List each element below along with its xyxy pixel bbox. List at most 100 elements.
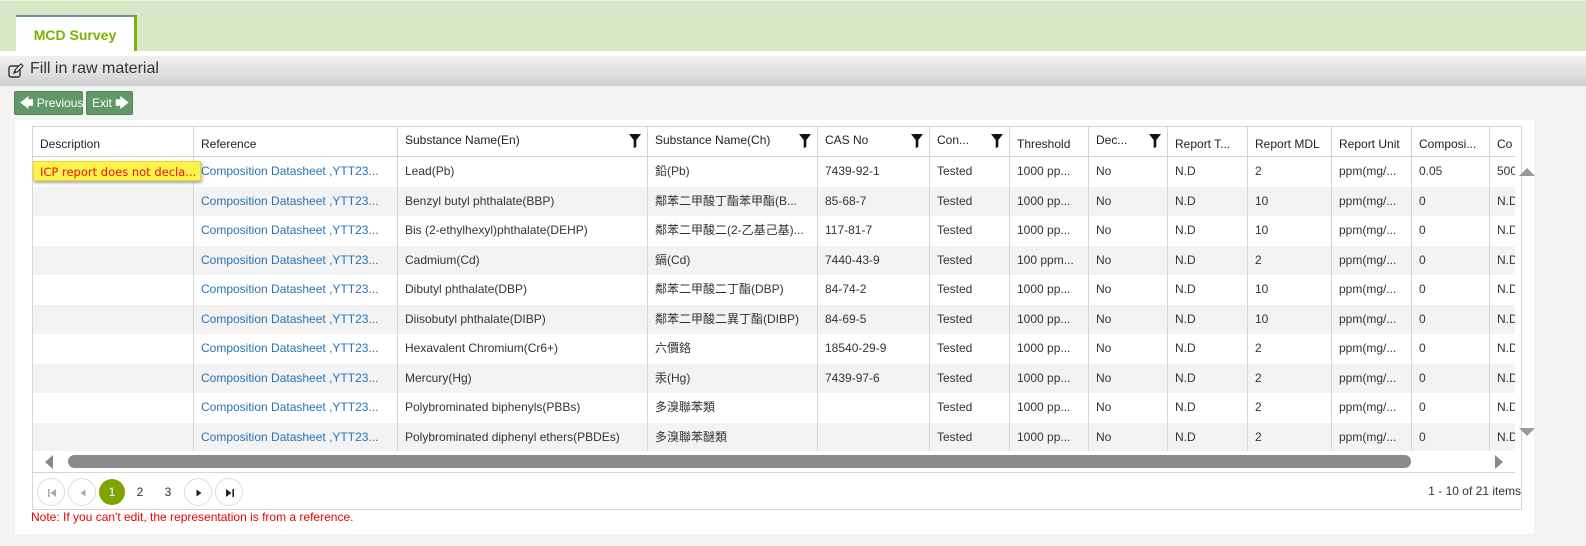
next-page-button[interactable] — [184, 478, 212, 506]
column-header-label: Report Unit — [1339, 137, 1400, 151]
filter-icon[interactable] — [629, 134, 641, 148]
column-header-cas[interactable]: CAS No — [818, 127, 930, 156]
cell-con: Tested — [930, 275, 1010, 305]
cell-report-t: N.D — [1168, 363, 1248, 393]
cell-reference[interactable]: Composition Datasheet ,YTT23... — [194, 245, 398, 275]
table-row[interactable]: Composition Datasheet ,YTT23... Mercury(H… — [33, 363, 1515, 393]
cell-con: Tested — [930, 245, 1010, 275]
column-header-name-en[interactable]: Substance Name(En) — [398, 127, 648, 156]
previous-button[interactable]: 🡄 Previous — [14, 91, 83, 115]
cell-report-t: N.D — [1168, 422, 1248, 452]
cell-report-unit: ppm(mg/... — [1332, 422, 1412, 452]
cell-co: N.D — [1490, 393, 1515, 423]
table-row[interactable]: Composition Datasheet ,YTT23... Polybromi… — [33, 393, 1515, 423]
cell-reference[interactable]: Composition Datasheet ,YTT23... — [194, 334, 398, 364]
horizontal-scrollbar[interactable] — [33, 451, 1515, 473]
cell-name-en: Cadmium(Cd) — [398, 245, 648, 275]
arrow-left-icon: 🡄 — [20, 95, 34, 110]
cell-report-mdl: 10 — [1248, 216, 1332, 246]
exit-button[interactable]: Exit 🡆 — [86, 91, 133, 115]
table-row[interactable]: ICP report does not decla... Composition … — [33, 157, 1515, 187]
cell-reference[interactable]: Composition Datasheet ,YTT23... — [194, 393, 398, 423]
cell-report-t: N.D — [1168, 275, 1248, 305]
cell-con: Tested — [930, 422, 1010, 452]
cell-dec: No — [1089, 186, 1168, 216]
cell-report-unit: ppm(mg/... — [1332, 157, 1412, 187]
cell-reference[interactable]: Composition Datasheet ,YTT23... — [194, 216, 398, 246]
cell-cas: 85-68-7 — [818, 186, 930, 216]
page-2-button[interactable]: 2 — [127, 479, 153, 505]
table-row[interactable]: Composition Datasheet ,YTT23... Cadmium(C… — [33, 245, 1515, 275]
cell-composi: 0 — [1412, 334, 1490, 364]
table-row[interactable]: Composition Datasheet ,YTT23... Diisobuty… — [33, 304, 1515, 334]
table-row[interactable]: Composition Datasheet ,YTT23... Benzyl bu… — [33, 186, 1515, 217]
column-header-report-t[interactable]: Report T... — [1168, 127, 1248, 156]
column-header-label: Threshold — [1017, 137, 1071, 151]
column-header-label: CAS No — [825, 133, 869, 147]
cell-dec: No — [1089, 216, 1168, 246]
column-header-composi[interactable]: Composi... — [1412, 127, 1490, 156]
page-1-button[interactable]: 1 — [99, 479, 125, 505]
cell-reference[interactable]: Composition Datasheet ,YTT23... — [194, 304, 398, 334]
cell-composi: 0 — [1412, 363, 1490, 393]
cell-report-unit: ppm(mg/... — [1332, 245, 1412, 275]
column-header-con[interactable]: Con... — [930, 127, 1010, 156]
edit-icon — [8, 63, 24, 78]
scroll-right-arrow-icon[interactable] — [1495, 455, 1503, 469]
cell-con: Tested — [930, 363, 1010, 393]
table-row[interactable]: Composition Datasheet ,YTT23... Dibutyl p… — [33, 275, 1515, 305]
cell-name-en: Bis (2-ethylhexyl)phthalate(DEHP) — [398, 216, 648, 246]
cell-cas: 84-69-5 — [818, 304, 930, 334]
scroll-down-arrow-icon[interactable] — [1519, 428, 1535, 436]
cell-name-ch: 鄰苯二甲酸二(2-乙基己基)... — [648, 216, 818, 246]
column-header-label: Report T... — [1175, 137, 1231, 151]
column-header-reference[interactable]: Reference — [194, 127, 398, 156]
tab-mcd-survey[interactable]: MCD Survey — [16, 15, 137, 52]
top-tab-bar: MCD Survey — [0, 0, 1586, 52]
filter-icon[interactable] — [1149, 134, 1161, 148]
table-row[interactable]: Composition Datasheet ,YTT23... Hexavalen… — [33, 334, 1515, 364]
cell-co: N.D — [1490, 187, 1515, 217]
cell-threshold: 1000 pp... — [1010, 186, 1089, 216]
cell-report-mdl: 10 — [1248, 186, 1332, 216]
last-page-button[interactable] — [215, 478, 243, 506]
page-3-button[interactable]: 3 — [155, 479, 181, 505]
column-header-threshold[interactable]: Threshold — [1010, 127, 1089, 156]
description-warning-badge[interactable]: ICP report does not decla... — [33, 161, 202, 181]
column-header-report-unit[interactable]: Report Unit — [1332, 127, 1412, 156]
column-header-name-ch[interactable]: Substance Name(Ch) — [648, 127, 818, 156]
cell-composi: 0 — [1412, 216, 1490, 246]
cell-composi: 0 — [1412, 186, 1490, 216]
column-header-description[interactable]: Description — [33, 127, 194, 156]
cell-composi: 0 — [1412, 245, 1490, 275]
scroll-left-arrow-icon[interactable] — [45, 455, 53, 469]
column-header-label: Composi... — [1419, 137, 1477, 151]
grid-body: ICP report does not decla... Composition … — [33, 157, 1515, 452]
cell-report-mdl: 2 — [1248, 363, 1332, 393]
cell-con: Tested — [930, 186, 1010, 216]
filter-icon[interactable] — [991, 134, 1003, 148]
column-header-report-mdl[interactable]: Report MDL — [1248, 127, 1332, 156]
cell-name-ch: 鄰苯二甲酸丁酯苯甲酯(B... — [648, 186, 818, 216]
cell-cas: 7439-97-6 — [818, 363, 930, 393]
table-row[interactable]: Composition Datasheet ,YTT23... Bis (2-et… — [33, 216, 1515, 246]
previous-label: Previous — [36, 96, 84, 110]
scroll-up-arrow-icon[interactable] — [1519, 168, 1535, 176]
filter-icon[interactable] — [911, 134, 923, 148]
cell-reference[interactable]: Composition Datasheet ,YTT23... — [194, 363, 398, 393]
cell-name-ch: 鄰苯二甲酸二丁酯(DBP) — [648, 275, 818, 305]
cell-reference[interactable]: Composition Datasheet ,YTT23... — [194, 422, 398, 452]
cell-reference[interactable]: Composition Datasheet ,YTT23... — [194, 186, 398, 216]
cell-reference[interactable]: Composition Datasheet ,YTT23... — [194, 157, 398, 187]
first-page-button[interactable] — [37, 478, 65, 506]
cell-cas: 18540-29-9 — [818, 334, 930, 364]
filter-icon[interactable] — [799, 134, 811, 148]
cell-name-ch: 多溴聯苯醚類 — [648, 422, 818, 452]
cell-reference[interactable]: Composition Datasheet ,YTT23... — [194, 275, 398, 305]
column-header-co[interactable]: Co — [1490, 127, 1515, 156]
column-header-dec[interactable]: Dec... — [1089, 127, 1168, 156]
scrollbar-thumb[interactable] — [68, 455, 1411, 468]
cell-name-ch: 鉛(Pb) — [648, 157, 818, 187]
prev-page-button[interactable] — [68, 478, 96, 506]
table-row[interactable]: Composition Datasheet ,YTT23... Polybromi… — [33, 422, 1515, 452]
